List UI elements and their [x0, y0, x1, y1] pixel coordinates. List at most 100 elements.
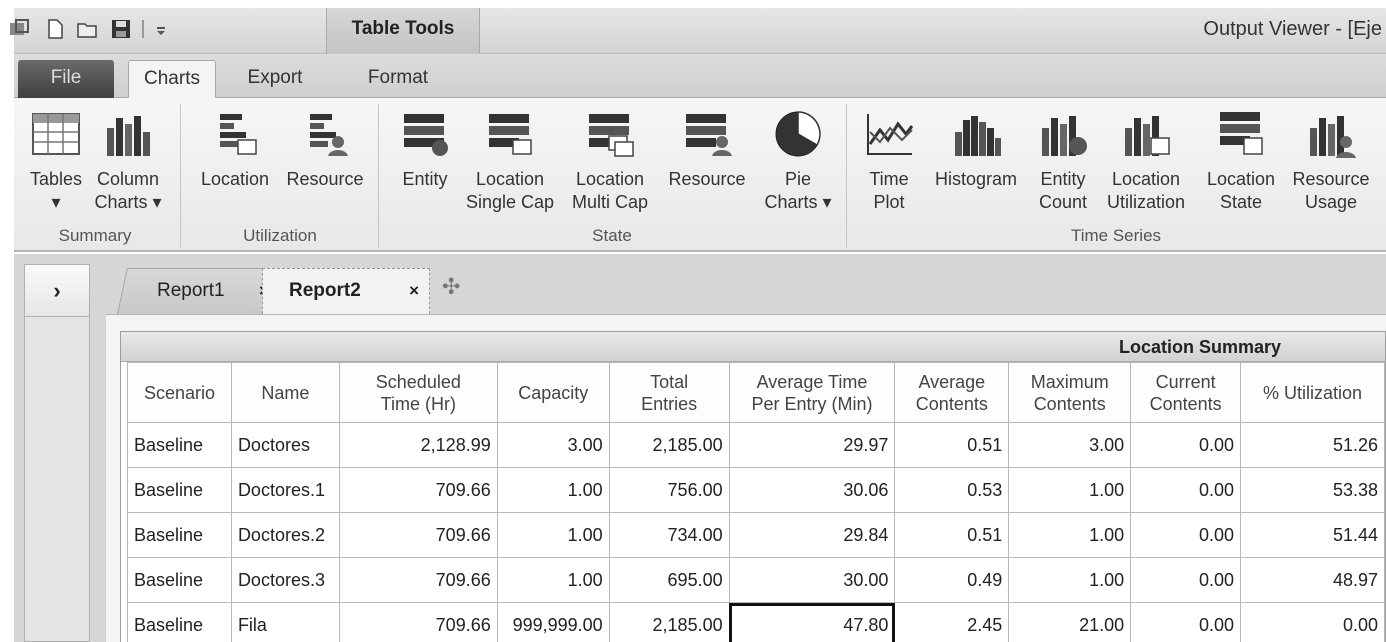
table-cell[interactable]: Baseline — [127, 467, 232, 513]
group-label-summary: Summary — [58, 226, 132, 245]
table-row[interactable]: Baseline Doctores.2 709.66 1.00 734.00 29.84 0… — [127, 512, 1385, 558]
table-cell[interactable]: 0.00 — [1240, 602, 1385, 642]
expand-panel-button[interactable]: › — [25, 265, 89, 317]
column-header[interactable]: Name — [230, 362, 340, 423]
column-charts-button[interactable]: Column Charts ▾ — [90, 108, 166, 214]
tab-charts[interactable]: Charts — [128, 60, 216, 98]
table-cell[interactable]: 3.00 — [496, 422, 610, 468]
table-cell[interactable]: 709.66 — [338, 512, 498, 558]
column-header[interactable]: Scheduled Time (Hr) — [338, 362, 498, 423]
table-cell[interactable]: 756.00 — [608, 467, 730, 513]
column-header[interactable]: Maximum Contents — [1008, 362, 1132, 423]
table-cell[interactable]: 0.00 — [1130, 602, 1242, 642]
table-row[interactable]: Baseline Fila 709.66 999,999.00 2,185.00 47.8… — [127, 602, 1385, 642]
table-row[interactable]: Baseline Doctores.3 709.66 1.00 695.00 30.00 0… — [127, 557, 1385, 603]
table-cell[interactable]: 30.00 — [728, 557, 896, 603]
table-cell[interactable]: 999,999.00 — [496, 602, 610, 642]
column-header[interactable]: Capacity — [496, 362, 610, 423]
table-cell[interactable]: 2,128.99 — [338, 422, 498, 468]
table-cell[interactable]: 1.00 — [1008, 512, 1132, 558]
column-header[interactable]: Average Contents — [894, 362, 1010, 423]
column-header[interactable]: Current Contents — [1130, 362, 1242, 423]
table-cell[interactable]: 709.66 — [338, 602, 498, 642]
table-cell[interactable]: 2,185.00 — [608, 422, 730, 468]
column-header[interactable]: Total Entries — [608, 362, 730, 423]
table-cell[interactable]: Baseline — [127, 512, 232, 558]
table-cell[interactable]: 47.80 — [728, 602, 896, 642]
app-menu-icon[interactable] — [8, 18, 30, 40]
location-multi-cap-button[interactable]: Location Multi Cap — [566, 108, 654, 214]
utilization-resource-button[interactable]: Resource — [282, 108, 368, 191]
table-cell[interactable]: 1.00 — [496, 557, 610, 603]
table-cell[interactable]: Baseline — [127, 557, 232, 603]
table-cell[interactable]: Baseline — [127, 422, 232, 468]
column-header[interactable]: Scenario — [127, 362, 232, 423]
new-file-icon[interactable] — [44, 18, 66, 40]
tab-format[interactable]: Format — [350, 60, 446, 98]
time-plot-icon — [867, 114, 914, 155]
table-cell[interactable]: 0.00 — [1130, 422, 1242, 468]
tab-report2[interactable]: Report2 × — [262, 268, 430, 314]
toolbar-separator — [142, 20, 144, 38]
table-cell[interactable]: 0.00 — [1130, 467, 1242, 513]
save-icon[interactable] — [110, 18, 132, 40]
state-entity-button[interactable]: Entity — [392, 108, 458, 191]
table-cell[interactable]: 29.97 — [728, 422, 896, 468]
open-folder-icon[interactable] — [76, 18, 98, 40]
ribbon-tab-row: File Charts Export Format — [14, 54, 1386, 98]
table-cell[interactable]: Doctores.3 — [230, 557, 340, 603]
table-cell[interactable]: 0.51 — [894, 422, 1010, 468]
table-cell[interactable]: 0.49 — [894, 557, 1010, 603]
utilization-location-button[interactable]: Location — [194, 108, 276, 191]
table-cell[interactable]: 734.00 — [608, 512, 730, 558]
ribbon: Tables ▾ Column Charts ▾ Summary Location … — [14, 98, 1386, 252]
table-row[interactable]: Baseline Doctores 2,128.99 3.00 2,185.00 29.9… — [127, 422, 1385, 468]
table-cell[interactable]: 1.00 — [1008, 557, 1132, 603]
location-state-button[interactable]: Location State — [1200, 108, 1282, 214]
table-cell[interactable]: 2,185.00 — [608, 602, 730, 642]
table-cell[interactable]: 0.53 — [894, 467, 1010, 513]
customize-toolbar-icon[interactable] — [154, 18, 168, 40]
column-header[interactable]: % Utilization — [1240, 362, 1385, 423]
table-cell[interactable]: 0.00 — [1130, 512, 1242, 558]
table-cell[interactable]: 51.26 — [1240, 422, 1385, 468]
entity-count-button[interactable]: Entity Count — [1030, 108, 1096, 214]
histogram-button[interactable]: Histogram — [926, 108, 1026, 191]
location-single-cap-button[interactable]: Location Single Cap — [462, 108, 558, 214]
location-utilization-button[interactable]: Location Utilization — [1100, 108, 1192, 214]
resource-usage-button[interactable]: Resource Usage — [1286, 108, 1376, 214]
table-cell[interactable]: 1.00 — [1008, 467, 1132, 513]
table-cell[interactable]: Fila — [230, 602, 340, 642]
pie-charts-label-1: Pie — [784, 169, 811, 189]
table-cell[interactable]: 29.84 — [728, 512, 896, 558]
state-resource-button[interactable]: Resource — [662, 108, 752, 191]
table-cell[interactable]: 709.66 — [338, 467, 498, 513]
table-cell[interactable]: Doctores.2 — [230, 512, 340, 558]
table-cell[interactable]: 1.00 — [496, 512, 610, 558]
time-plot-button[interactable]: Time Plot — [856, 108, 922, 214]
tables-button[interactable]: Tables ▾ — [20, 108, 92, 214]
new-tab-icon[interactable]: ✣ — [442, 274, 460, 300]
tab-file[interactable]: File — [18, 60, 114, 98]
column-header[interactable]: Average Time Per Entry (Min) — [728, 362, 896, 423]
table-cell[interactable]: 3.00 — [1008, 422, 1132, 468]
tab-export[interactable]: Export — [230, 60, 320, 98]
table-cell[interactable]: 2.45 — [894, 602, 1010, 642]
table-cell[interactable]: 53.38 — [1240, 467, 1385, 513]
close-icon[interactable]: × — [409, 269, 419, 313]
table-cell[interactable]: 48.97 — [1240, 557, 1385, 603]
tab-report1[interactable]: Report1 × — [117, 268, 277, 314]
table-cell[interactable]: 695.00 — [608, 557, 730, 603]
table-cell[interactable]: Doctores.1 — [230, 467, 340, 513]
table-cell[interactable]: 1.00 — [496, 467, 610, 513]
table-cell[interactable]: 709.66 — [338, 557, 498, 603]
table-cell[interactable]: 30.06 — [728, 467, 896, 513]
pie-charts-button[interactable]: Pie Charts ▾ — [760, 108, 836, 214]
table-cell[interactable]: 0.51 — [894, 512, 1010, 558]
table-cell[interactable]: 51.44 — [1240, 512, 1385, 558]
table-cell[interactable]: 21.00 — [1008, 602, 1132, 642]
table-cell[interactable]: 0.00 — [1130, 557, 1242, 603]
table-cell[interactable]: Baseline — [127, 602, 232, 642]
table-row[interactable]: Baseline Doctores.1 709.66 1.00 756.00 30.06 0… — [127, 467, 1385, 513]
table-cell[interactable]: Doctores — [230, 422, 340, 468]
